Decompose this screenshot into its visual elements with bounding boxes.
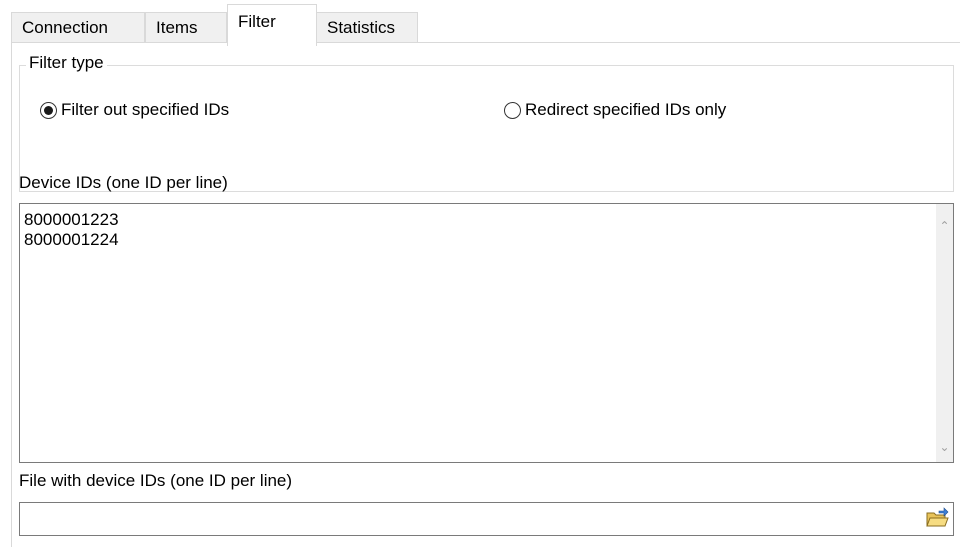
device-id-line: 8000001223 [24,210,119,229]
filter-type-legend: Filter type [26,53,107,73]
device-ids-textarea[interactable]: 8000001223 8000001224 ⌃ ⌄ [19,203,954,463]
file-label: File with device IDs (one ID per line) [19,471,293,490]
tab-label: Filter [238,12,276,31]
radio-filter-out-label: Filter out specified IDs [61,100,230,119]
tab-label: Connection [22,18,109,37]
scroll-up-icon[interactable]: ⌃ [936,218,953,235]
tab-statistics[interactable]: Statistics [316,12,418,42]
filter-panel: Filter type Filter out specified IDs Red… [11,42,960,547]
tab-filter[interactable]: Filter [227,4,317,46]
radio-redirect-only[interactable]: Redirect specified IDs only [504,100,726,120]
radio-filter-out[interactable]: Filter out specified IDs [40,100,229,120]
radio-unchecked-icon [504,101,521,119]
device-ids-label: Device IDs (one ID per line) [19,173,228,192]
radio-redirect-only-label: Redirect specified IDs only [525,100,727,119]
tab-items[interactable]: Items [145,12,227,42]
tab-label: Statistics [327,18,396,37]
device-ids-content: 8000001223 8000001224 [24,210,119,250]
tab-label: Items [156,18,198,37]
radio-checked-icon [40,101,57,119]
device-id-line: 8000001224 [24,230,119,249]
scroll-down-icon[interactable]: ⌄ [936,439,953,456]
file-path-input[interactable] [19,502,954,536]
vertical-scrollbar[interactable]: ⌃ ⌄ [936,204,953,462]
folder-open-icon[interactable] [925,507,949,531]
tab-strip: Connection Items Filter Statistics [0,0,960,46]
tab-connection[interactable]: Connection [11,12,145,42]
